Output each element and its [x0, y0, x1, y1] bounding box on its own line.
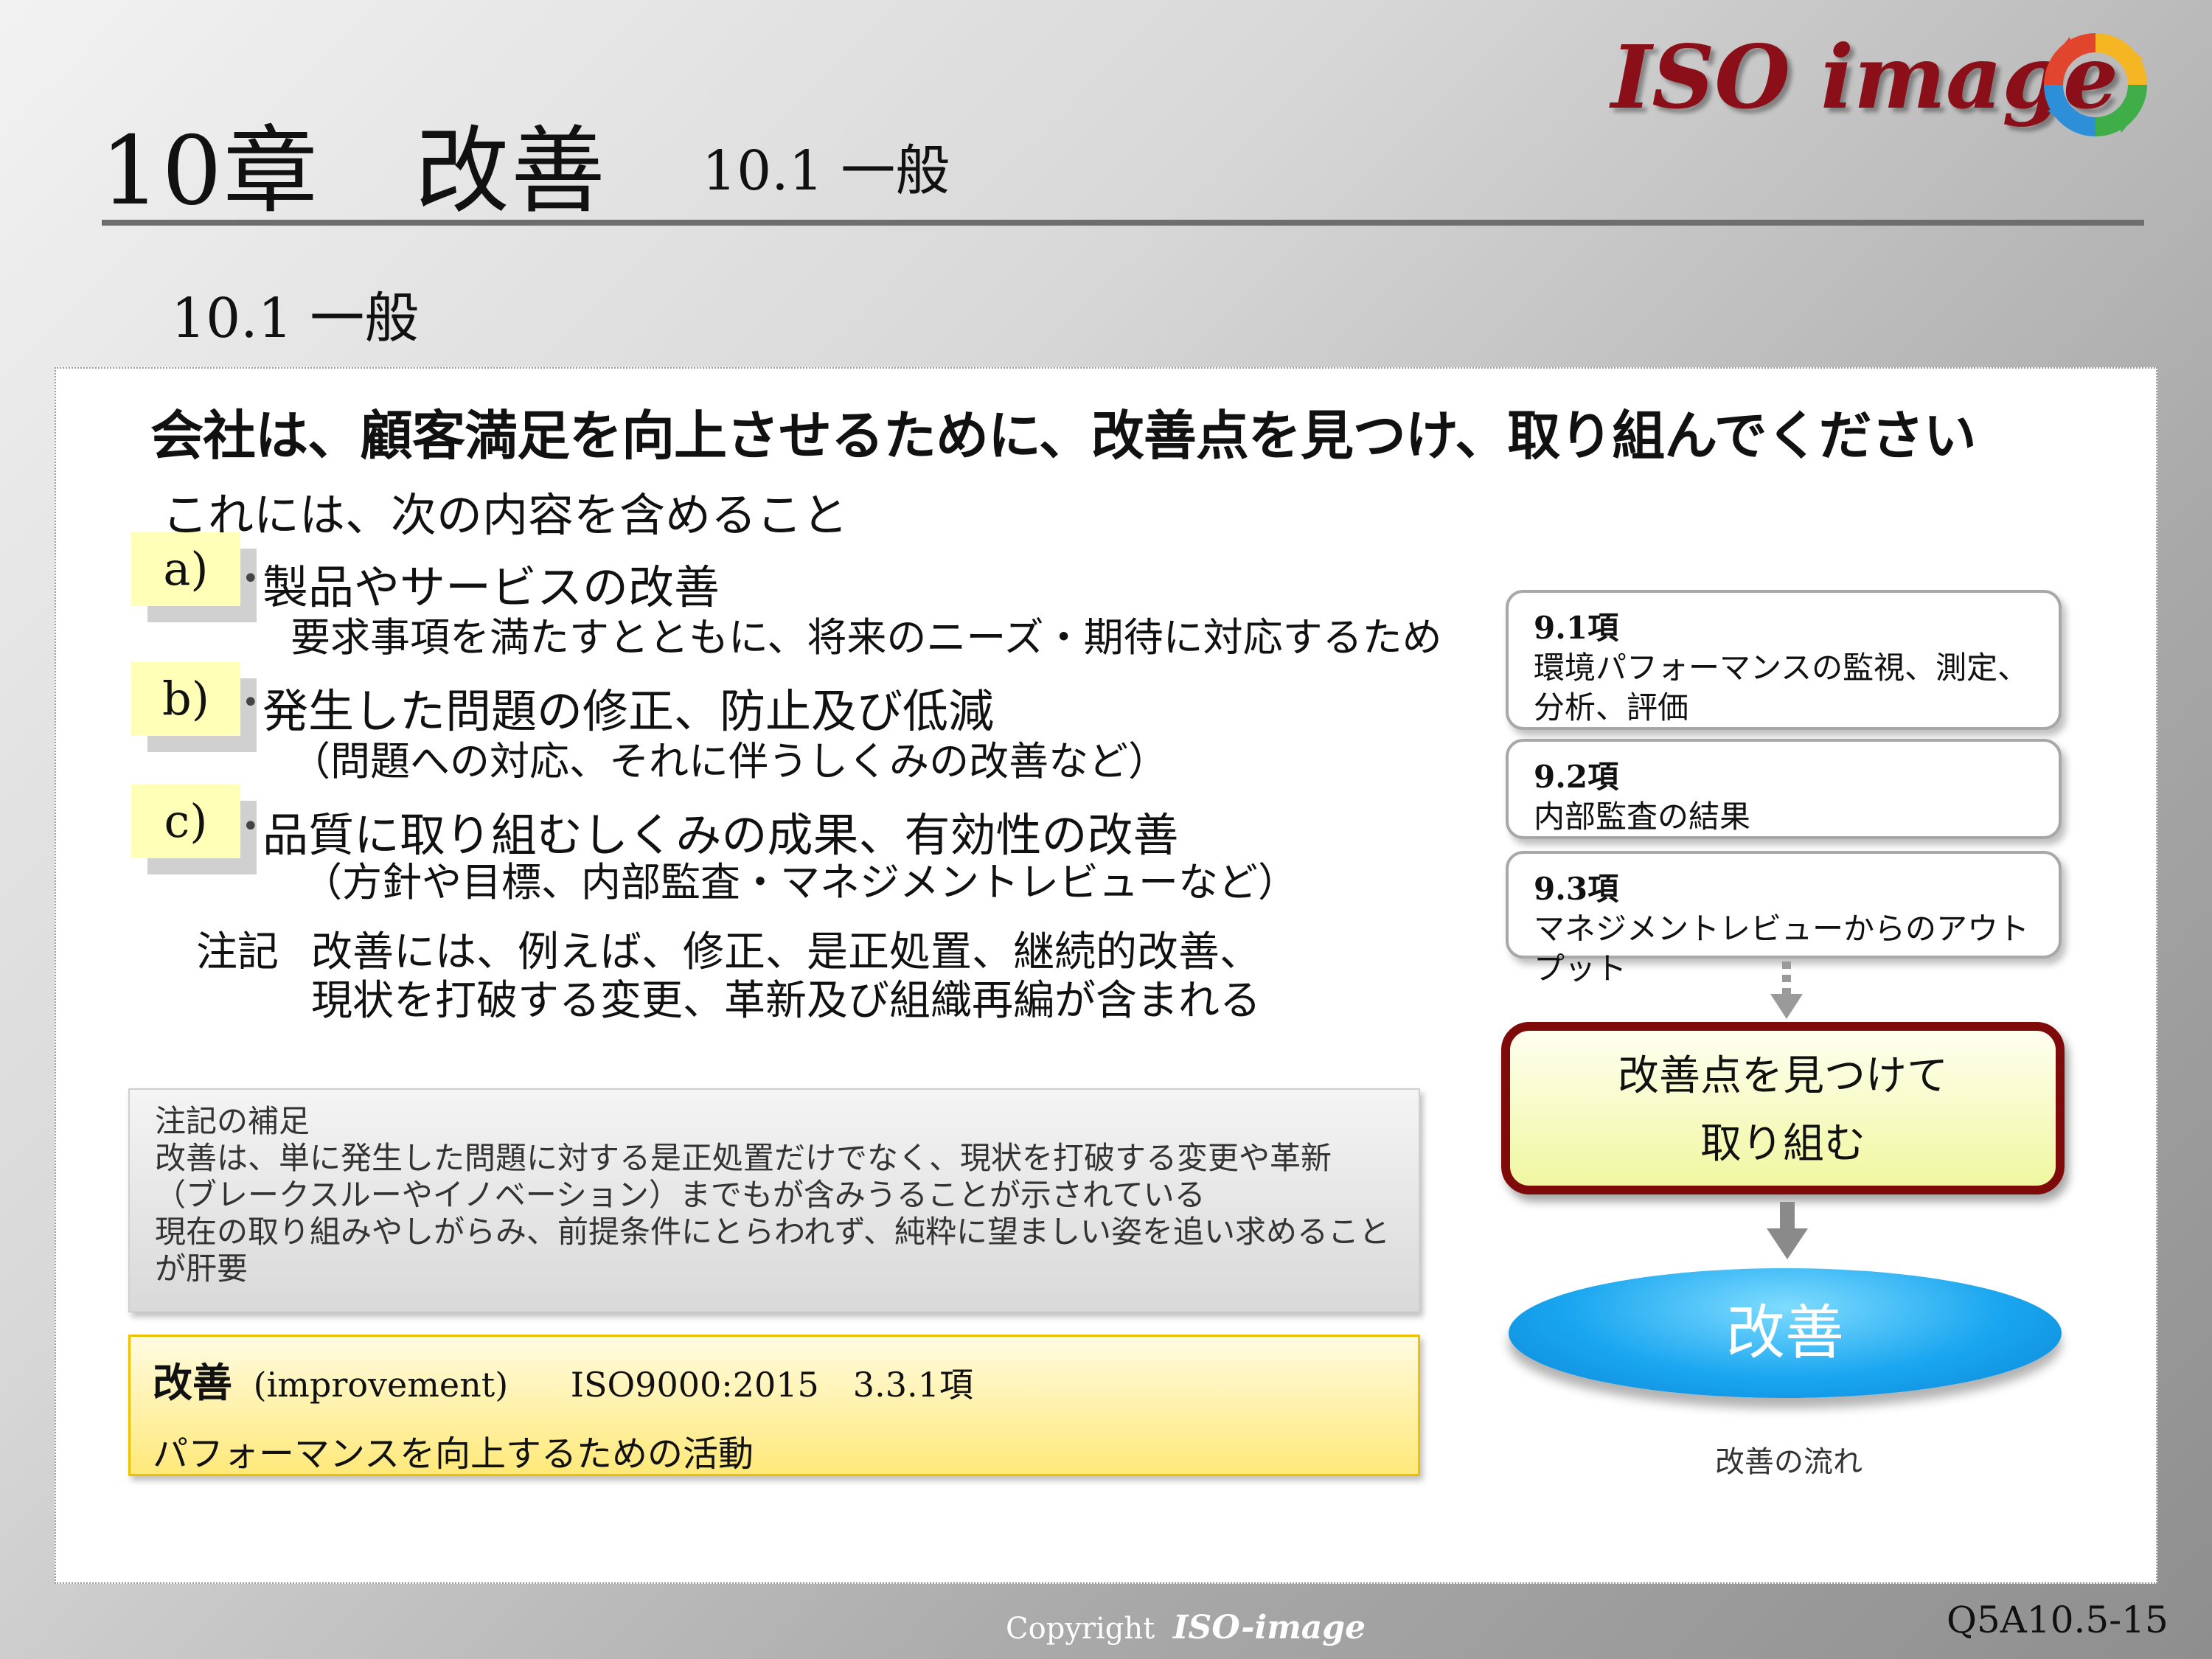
supplement-title: 注記の補足 [155, 1103, 310, 1139]
copyright-logo: ISO-image [1172, 1609, 1366, 1646]
intro-text: これには、次の内容を含めること [162, 488, 849, 542]
definition-reference: ISO9000:2015 3.3.1項 [570, 1365, 973, 1405]
dashed-down-arrow-icon [1770, 961, 1803, 1019]
down-arrow-icon [1767, 1202, 1808, 1259]
item-b-sub: （問題への対応、それに伴うしくみの改善など） [291, 738, 1169, 785]
chapter-title: 10章 改善 [100, 116, 607, 226]
flow-input-line: 分析、評価 [1534, 689, 1689, 726]
action-line: 取り組む [1700, 1120, 1865, 1168]
flow-input-head: 9.1項 [1534, 610, 1619, 646]
item-badge-b: b) [131, 662, 240, 736]
supplement-line: 現在の取り組みやしがらみ、前提条件にとらわれず、純粋に望ましい姿を追い求めること [155, 1214, 1390, 1250]
note-supplement-box: 注記の補足 改善は、単に発生した問題に対する是正処置だけでなく、現状を打破する変… [128, 1088, 1420, 1312]
bullet-dot: • [242, 562, 260, 596]
flow-input-9-3: 9.3項 マネジメントレビューからのアウトプット [1506, 851, 2062, 987]
supplement-line: 改善は、単に発生した問題に対する是正処置だけでなく、現状を打破する変更や革新 [155, 1140, 1332, 1176]
definition-box: 改善 (improvement) ISO9000:2015 3.3.1項 パフォ… [128, 1335, 1420, 1476]
flow-input-line: 環境パフォーマンスの監視、測定、 [1534, 650, 2029, 686]
flow-input-line: 内部監査の結果 [1534, 799, 1751, 835]
header-divider [102, 220, 2144, 226]
flow-input-head: 9.3項 [1534, 871, 1619, 907]
item-badge-c: c) [131, 785, 240, 858]
iso-image-logo: ISO image [1611, 26, 2171, 151]
definition-term-en: (improvement) [253, 1365, 509, 1405]
item-a-sub: 要求事項を満たすとともに、将来のニーズ・期待に対応するため [291, 614, 1442, 661]
definition-text: パフォーマンスを向上するための活動 [153, 1433, 754, 1475]
item-c-sub: （方針や目標、内部監査・マネジメントレビューなど） [302, 859, 1298, 905]
improvement-result-ellipse: 改善 [1509, 1268, 2062, 1398]
flow-input-head: 9.2項 [1534, 759, 1619, 795]
definition-term: 改善 [153, 1360, 232, 1406]
note-line: 現状を打破する変更、革新及び組織再編が含まれる [311, 977, 1261, 1025]
bullet-dot: • [242, 686, 260, 720]
bullet-dot: • [242, 810, 260, 844]
flow-input-9-2: 9.2項 内部監査の結果 [1506, 739, 2062, 839]
flow-input-9-1: 9.1項 環境パフォーマンスの監視、測定、 分析、評価 [1506, 590, 2062, 730]
note-label: 注記 [196, 928, 279, 976]
copyright-label: Copyright [1006, 1612, 1155, 1646]
flow-caption: 改善の流れ [1715, 1445, 1863, 1479]
supplement-line: （ブレークスルーやイノベーション）までもが含みうることが示されている [155, 1177, 1206, 1213]
action-line: 改善点を見つけて [1618, 1052, 1948, 1100]
page-code: Q5A10.5-15 [1947, 1599, 2168, 1641]
supplement-line: が肝要 [155, 1251, 248, 1287]
cycle-ring-icon [2044, 33, 2147, 136]
section-label: 10.1 一般 [702, 139, 950, 203]
copyright-notice: Copyright ISO-image [1006, 1609, 1366, 1646]
find-and-act-box: 改善点を見つけて 取り組む [1501, 1022, 2065, 1194]
item-badge-a: a) [131, 532, 240, 606]
main-statement: 会社は、顧客満足を向上させるために、改善点を見つけ、取り組んでください [150, 405, 1977, 467]
subsection-title: 10.1 一般 [171, 287, 420, 350]
